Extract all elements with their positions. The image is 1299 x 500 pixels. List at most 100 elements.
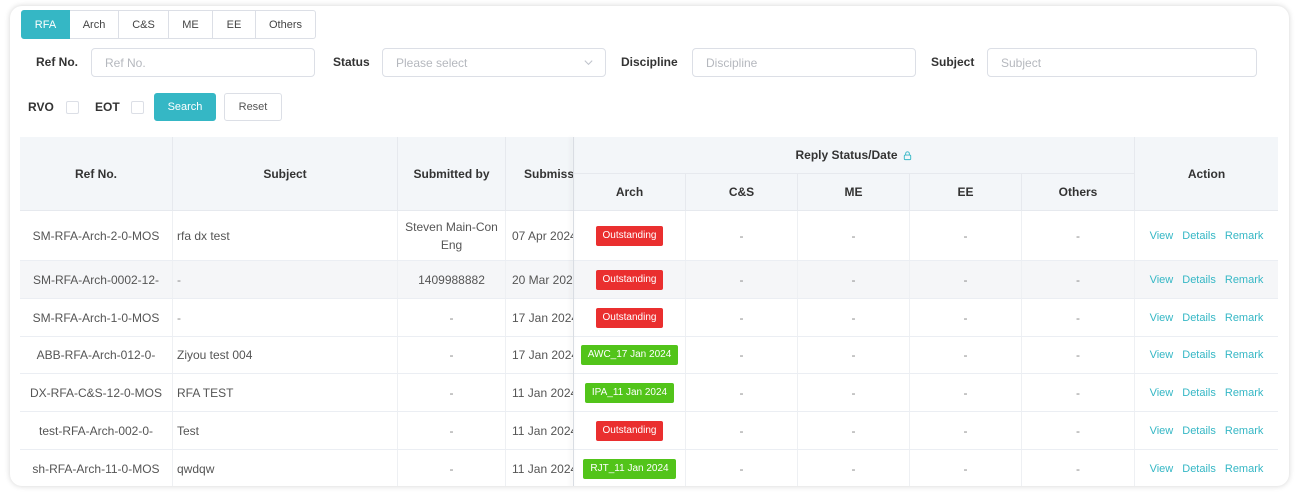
discipline-label: Discipline — [621, 55, 678, 69]
view-link[interactable]: View — [1150, 460, 1174, 478]
cell-ref-no-text: SM-RFA-Arch-0002-12- — [32, 272, 160, 287]
cell-others-text: - — [1076, 310, 1080, 325]
remark-link[interactable]: Remark — [1225, 346, 1264, 364]
cell-me: - — [798, 374, 910, 411]
cell-ref-no: sh-RFA-Arch-11-0-MOS — [20, 450, 173, 486]
table-row: SM-RFA-Arch-0002-12- - 1409988882 20 Mar 20… — [20, 261, 1278, 299]
chevron-down-icon — [584, 60, 593, 66]
status-badge: Outstanding — [595, 420, 664, 441]
cell-submission-date-text: 11 Jan 2024 — [512, 423, 574, 438]
cell-ref-no: ABB-RFA-Arch-012-0- — [20, 337, 173, 373]
details-link[interactable]: Details — [1182, 227, 1216, 245]
cell-submission-date-text: 17 Jan 2024 — [512, 348, 574, 362]
cell-submission-date: 07 Apr 2024 — [506, 211, 574, 260]
view-link[interactable]: View — [1150, 309, 1174, 327]
tab-ee[interactable]: EE — [213, 10, 256, 39]
cell-others-text: - — [1076, 228, 1080, 243]
tab-arch[interactable]: Arch — [70, 10, 119, 39]
tab-cs[interactable]: C&S — [119, 10, 169, 39]
cell-cs-text: - — [739, 228, 744, 243]
cell-subject: - — [173, 299, 398, 336]
cell-cs: - — [686, 412, 798, 449]
cell-action: View Details Remark — [1135, 299, 1278, 336]
remark-link[interactable]: Remark — [1225, 271, 1264, 289]
remark-link[interactable]: Remark — [1225, 422, 1264, 440]
remark-link[interactable]: Remark — [1225, 384, 1264, 402]
cell-ref-no-text: sh-RFA-Arch-11-0-MOS — [32, 461, 160, 476]
cell-submitted-by: - — [398, 337, 506, 373]
cell-action: View Details Remark — [1135, 261, 1278, 298]
cell-me: - — [798, 299, 910, 336]
cell-arch: Outstanding — [574, 299, 686, 336]
cell-ref-no-text: ABB-RFA-Arch-012-0- — [36, 348, 156, 362]
details-link[interactable]: Details — [1182, 384, 1216, 402]
ref-no-input[interactable] — [91, 48, 315, 77]
cell-ee-text: - — [963, 228, 968, 243]
cell-submitted-by: - — [398, 412, 506, 449]
details-link[interactable]: Details — [1182, 346, 1216, 364]
cell-me: - — [798, 261, 910, 298]
header-submission-date[interactable]: Submiss — [506, 137, 574, 211]
cell-submitted-by: Steven Main-Con Eng — [398, 211, 506, 260]
cell-subject: rfa dx test — [173, 211, 398, 260]
cell-ee-text: - — [963, 385, 968, 400]
header-me: ME — [798, 174, 910, 211]
view-link[interactable]: View — [1150, 384, 1174, 402]
view-link[interactable]: View — [1150, 346, 1174, 364]
cell-cs: - — [686, 337, 798, 373]
lock-icon[interactable] — [902, 150, 913, 161]
cell-subject-text: - — [177, 272, 181, 287]
table-row: DX-RFA-C&S-12-0-MOS RFA TEST - 11 Jan 2024 I… — [20, 374, 1278, 412]
status-badge: Outstanding — [595, 307, 664, 328]
details-link[interactable]: Details — [1182, 309, 1216, 327]
cell-submission-date-text: 17 Jan 2024 — [512, 310, 574, 325]
cell-others: - — [1022, 211, 1135, 260]
header-submitted-by[interactable]: Submitted by — [398, 137, 506, 211]
rvo-checkbox[interactable] — [66, 101, 79, 114]
cell-action: View Details Remark — [1135, 337, 1278, 373]
view-link[interactable]: View — [1150, 271, 1174, 289]
subject-input[interactable] — [987, 48, 1257, 77]
status-placeholder: Please select — [396, 55, 468, 70]
details-link[interactable]: Details — [1182, 422, 1216, 440]
cell-subject: qwdqw — [173, 450, 398, 486]
cell-submission-date-text: 11 Jan 2024 — [512, 385, 574, 400]
fixed-column-divider — [573, 137, 574, 486]
cell-cs-text: - — [739, 385, 744, 400]
remark-link[interactable]: Remark — [1225, 227, 1264, 245]
cell-others: - — [1022, 450, 1135, 486]
cell-submission-date-text: 20 Mar 2024 — [512, 272, 574, 287]
cell-arch: Outstanding — [574, 261, 686, 298]
header-subject[interactable]: Subject — [173, 137, 398, 211]
cell-me-text: - — [851, 348, 856, 362]
cell-subject-text: RFA TEST — [177, 385, 234, 400]
tab-rfa[interactable]: RFA — [21, 10, 70, 39]
status-select[interactable]: Please select — [382, 48, 606, 77]
discipline-input[interactable] — [692, 48, 916, 77]
tab-others[interactable]: Others — [256, 10, 316, 39]
cell-arch: IPA_11 Jan 2024 — [574, 374, 686, 411]
cell-ee: - — [910, 261, 1022, 298]
cell-me-text: - — [851, 461, 856, 476]
reset-button[interactable]: Reset — [224, 93, 282, 121]
cell-me-text: - — [851, 310, 856, 325]
tab-me[interactable]: ME — [169, 10, 213, 39]
view-link[interactable]: View — [1150, 227, 1174, 245]
header-ref-no[interactable]: Ref No. — [20, 137, 173, 211]
cell-ref-no: SM-RFA-Arch-2-0-MOS — [20, 211, 173, 260]
details-link[interactable]: Details — [1182, 460, 1216, 478]
cell-others: - — [1022, 337, 1135, 373]
search-button[interactable]: Search — [154, 93, 216, 121]
cell-others: - — [1022, 299, 1135, 336]
details-link[interactable]: Details — [1182, 271, 1216, 289]
cell-me-text: - — [851, 272, 856, 287]
remark-link[interactable]: Remark — [1225, 460, 1264, 478]
cell-cs: - — [686, 261, 798, 298]
cell-others-text: - — [1076, 423, 1080, 438]
remark-link[interactable]: Remark — [1225, 309, 1264, 327]
cell-ref-no: DX-RFA-C&S-12-0-MOS — [20, 374, 173, 411]
cell-submitted-by: - — [398, 450, 506, 486]
cell-arch: RJT_11 Jan 2024 — [574, 450, 686, 486]
view-link[interactable]: View — [1150, 422, 1174, 440]
eot-checkbox[interactable] — [131, 101, 144, 114]
